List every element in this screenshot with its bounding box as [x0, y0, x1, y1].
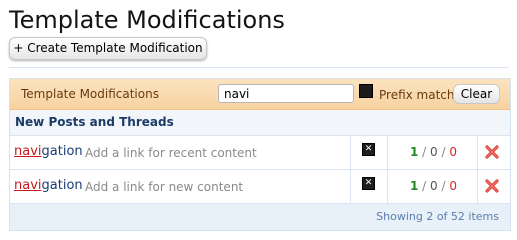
- cell-divider: [387, 170, 388, 203]
- not-applied-count: 0: [430, 179, 438, 193]
- not-applied-count: 0: [430, 145, 438, 159]
- group-header: New Posts and Threads: [10, 110, 510, 136]
- count-separator: /: [418, 179, 431, 193]
- cell-divider: [477, 170, 478, 203]
- delete-icon[interactable]: [485, 145, 499, 159]
- checkbox-icon[interactable]: ✕: [362, 177, 375, 190]
- filter-bar: Template Modifications Prefix match Clea…: [10, 79, 510, 110]
- failed-count: 0: [449, 179, 457, 193]
- list-item-description: Add a link for new content: [85, 180, 244, 194]
- list-item-title[interactable]: navigation: [14, 144, 83, 159]
- list-item-description: Add a link for recent content: [85, 146, 257, 160]
- clear-filter-button[interactable]: Clear: [453, 84, 500, 104]
- delete-icon[interactable]: [485, 179, 499, 193]
- create-template-modification-button[interactable]: + Create Template Modification: [9, 37, 207, 60]
- checkbox-icon[interactable]: ✕: [362, 143, 375, 156]
- apply-counts[interactable]: 1 / 0 / 0: [410, 145, 457, 159]
- cell-divider: [387, 136, 388, 169]
- count-separator: /: [418, 145, 431, 159]
- cell-divider: [477, 136, 478, 169]
- failed-count: 0: [449, 145, 457, 159]
- prefix-match-label[interactable]: Prefix match: [379, 88, 455, 102]
- list-item: navigation Add a link for recent content…: [10, 136, 510, 170]
- cell-divider: [350, 170, 351, 203]
- list-item: navigation Add a link for new content ✕ …: [10, 170, 510, 204]
- prefix-match-checkbox[interactable]: [359, 84, 373, 98]
- page-title: Template Modifications: [9, 6, 285, 34]
- title-rest: gation: [41, 178, 83, 193]
- list-footer: Showing 2 of 52 items: [10, 204, 510, 230]
- filter-label: Template Modifications: [21, 87, 159, 101]
- title-rest: gation: [41, 144, 83, 159]
- template-modification-list: Template Modifications Prefix match Clea…: [9, 78, 511, 231]
- cell-divider: [350, 136, 351, 169]
- count-separator: /: [437, 179, 450, 193]
- filter-input[interactable]: [218, 84, 354, 103]
- match-highlight: navi: [14, 144, 42, 159]
- list-item-title[interactable]: navigation: [14, 178, 83, 193]
- item-count-summary: Showing 2 of 52 items: [376, 210, 499, 223]
- group-title: New Posts and Threads: [15, 115, 174, 129]
- match-highlight: navi: [14, 178, 42, 193]
- list-item-link[interactable]: navigation Add a link for new content: [10, 170, 349, 203]
- apply-counts[interactable]: 1 / 0 / 0: [410, 179, 457, 193]
- list-item-link[interactable]: navigation Add a link for recent content: [10, 136, 349, 169]
- title-divider: [9, 67, 509, 68]
- count-separator: /: [437, 145, 450, 159]
